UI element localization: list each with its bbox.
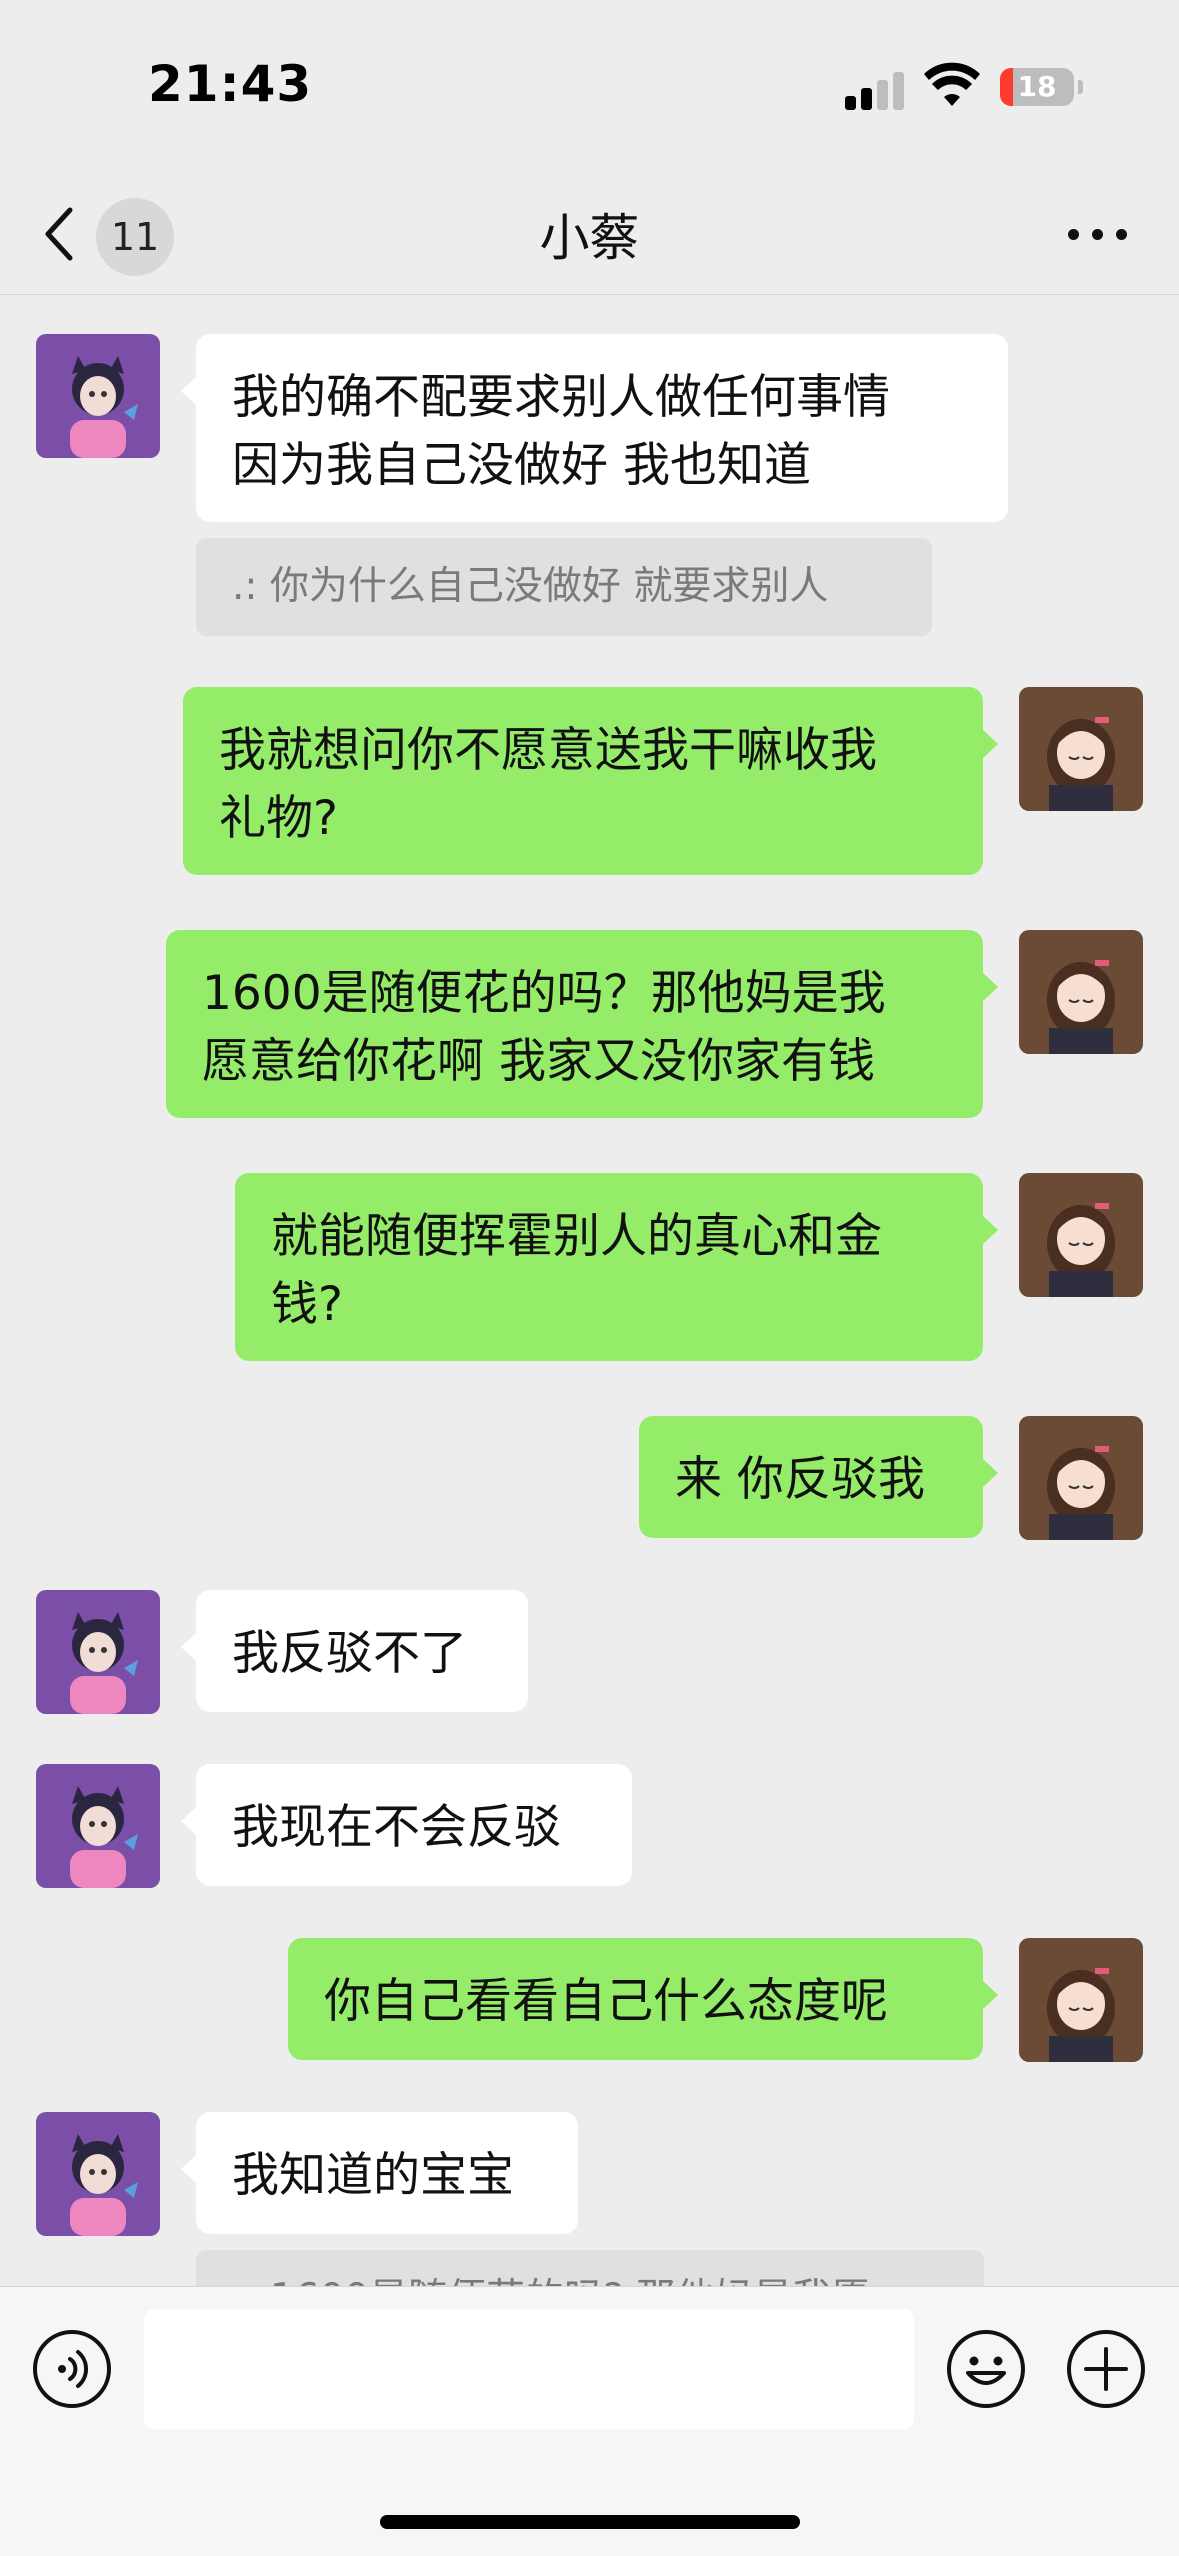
more-button[interactable] [1060, 195, 1136, 271]
my-avatar[interactable] [1019, 687, 1143, 811]
plus-icon [1067, 2330, 1145, 2408]
status-bar: 21:43 18 [0, 0, 1179, 170]
my-avatar[interactable] [1019, 1416, 1143, 1540]
battery-level: 18 [1017, 70, 1057, 103]
my-avatar-image [1019, 1173, 1143, 1297]
my-avatar-image [1019, 687, 1143, 811]
contact-avatar[interactable] [36, 2112, 160, 2236]
quoted-reply[interactable]: .: 你为什么自己没做好 就要求别人 [196, 538, 932, 636]
contact-avatar[interactable] [36, 1764, 160, 1888]
emoji-button[interactable] [946, 2329, 1026, 2409]
battery-icon: 18 [1000, 68, 1083, 106]
chat-header: 11 小蔡 [0, 170, 1179, 295]
my-avatar-image [1019, 1416, 1143, 1540]
my-avatar-image [1019, 1938, 1143, 2062]
status-time: 21:43 [148, 55, 313, 113]
outgoing-message-bubble[interactable]: 来 你反驳我 [639, 1416, 998, 1538]
contact-avatar-image [36, 2112, 160, 2236]
quoted-reply[interactable]: .: 1600是随便花的吗? 那他妈是我愿 [196, 2250, 984, 2286]
chat-title: 小蔡 [539, 209, 640, 267]
emoji-icon [947, 2330, 1025, 2408]
my-avatar[interactable] [1019, 930, 1143, 1054]
contact-avatar-image [36, 1590, 160, 1714]
outgoing-message-bubble[interactable]: 1600是随便花的吗？那他妈是我 愿意给你花啊 我家又没你家有钱 [166, 930, 998, 1118]
plus-button[interactable] [1066, 2329, 1146, 2409]
incoming-message-bubble[interactable]: 我的确不配要求别人做任何事情 因为我自己没做好 我也知道 [181, 334, 1008, 522]
voice-button[interactable] [32, 2329, 112, 2409]
voice-icon [33, 2330, 111, 2408]
incoming-message-bubble[interactable]: 我知道的宝宝 [181, 2112, 578, 2234]
outgoing-message-bubble[interactable]: 就能随便挥霍别人的真心和金 钱? [235, 1173, 998, 1361]
incoming-message-bubble[interactable]: 我反驳不了 [181, 1590, 528, 1712]
wifi-icon [924, 62, 980, 106]
incoming-message-bubble[interactable]: 我现在不会反驳 [181, 1764, 632, 1886]
cellular-signal-icon [845, 70, 905, 110]
outgoing-message-bubble[interactable]: 你自己看看自己什么态度呢 [288, 1938, 998, 2060]
my-avatar[interactable] [1019, 1173, 1143, 1297]
message-input[interactable] [144, 2309, 914, 2429]
contact-avatar[interactable] [36, 334, 160, 458]
contact-avatar-image [36, 334, 160, 458]
my-avatar[interactable] [1019, 1938, 1143, 2062]
home-indicator [380, 2515, 800, 2529]
outgoing-message-bubble[interactable]: 我就想问你不愿意送我干嘛收我 礼物? [183, 687, 998, 875]
my-avatar-image [1019, 930, 1143, 1054]
message-list[interactable]: 我的确不配要求别人做任何事情 因为我自己没做好 我也知道 .: 你为什么自己没做… [0, 296, 1179, 2286]
contact-avatar-image [36, 1764, 160, 1888]
input-bar [0, 2286, 1179, 2556]
contact-avatar[interactable] [36, 1590, 160, 1714]
